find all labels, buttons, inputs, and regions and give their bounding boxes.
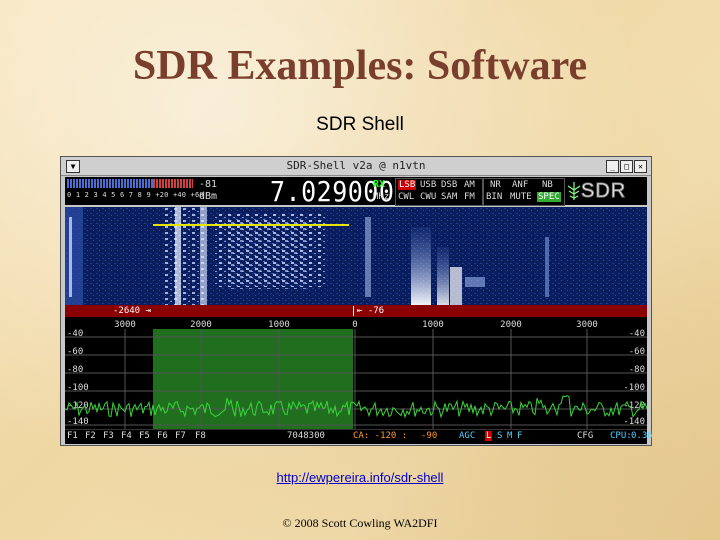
sdr-logo: SDR	[567, 180, 645, 203]
dsp-button-mute[interactable]: MUTE	[510, 192, 532, 202]
mode-button-lsb[interactable]: LSB	[398, 180, 417, 190]
waterfall-graphic	[65, 207, 647, 305]
mode-buttons: LSB USB DSB AM CWL CWU SAM FM	[395, 178, 483, 206]
db-tick-label-left: -40	[67, 329, 83, 339]
db-tick-label-left: -100	[67, 383, 89, 393]
function-key-f5[interactable]: F5	[139, 431, 150, 441]
mode-button-cwu[interactable]: CWU	[420, 192, 436, 202]
frequency-counter: 7048300	[287, 431, 325, 441]
minimize-icon[interactable]: _	[606, 160, 619, 173]
function-key-f1[interactable]: F1	[67, 431, 78, 441]
freq-tick-label: 3000	[114, 320, 136, 330]
logo-text: SDR	[580, 180, 627, 203]
waterfall-display[interactable]	[65, 207, 647, 305]
mode-button-am[interactable]: AM	[464, 180, 475, 190]
close-icon[interactable]: ✕	[634, 160, 647, 173]
db-tick-label-right: -80	[629, 365, 645, 375]
status-bar: 7048300 CA: -120 : -90 AGC CPU: 0.36 CFG…	[65, 429, 653, 444]
db-tick-label-left: -80	[67, 365, 83, 375]
s-meter: 0 1 2 3 4 5 6 7 8 9 +20 +40 +60	[67, 179, 204, 203]
agc-mode-l[interactable]: L	[485, 431, 493, 441]
dsp-button-spec[interactable]: SPEC	[537, 192, 561, 202]
db-tick-label-right: -140	[623, 417, 645, 427]
slide-subtitle: SDR Shell	[316, 114, 404, 135]
freq-tick-label: 3000	[576, 320, 598, 330]
freq-tick-label: 0	[352, 320, 357, 330]
source-link[interactable]: http://ewpereira.info/sdr-shell	[0, 470, 720, 485]
agc-mode-s[interactable]: S	[497, 431, 502, 441]
db-tick-label-right: -40	[629, 329, 645, 339]
db-tick-label-left: -140	[67, 417, 89, 427]
slide-footer: © 2008 Scott Cowling WA2DFI	[282, 516, 438, 530]
function-key-f3[interactable]: F3	[103, 431, 114, 441]
mode-button-cwl[interactable]: CWL	[398, 192, 414, 202]
function-key-f8[interactable]: F8	[195, 431, 206, 441]
dsp-buttons: NR ANF NB BIN MUTE SPEC	[483, 178, 565, 206]
signal-value: -81	[199, 179, 218, 190]
tuning-bar[interactable]: -2640 ⇥ ⇤ -76	[65, 305, 647, 317]
window-title: SDR-Shell v2a @ n1vtn	[286, 159, 426, 172]
window-titlebar[interactable]: ▼ SDR-Shell v2a @ n1vtn _ □ ✕	[61, 157, 651, 176]
db-tick-label-right: -100	[623, 383, 645, 393]
spectrum-display[interactable]: 3000 2000 1000 0 1000 2000 3000 -40 -40 -60 -60 -80…	[64, 317, 648, 429]
rx-indicator: RX	[373, 179, 386, 190]
dsp-button-bin[interactable]: BIN	[486, 192, 502, 202]
mode-button-usb[interactable]: USB	[420, 180, 436, 190]
dsp-button-nb[interactable]: NB	[542, 180, 553, 190]
tune-left-marker: -2640 ⇥	[113, 306, 151, 316]
ca-label: CA: -120 :	[353, 431, 408, 441]
spectrum-trace	[64, 395, 648, 419]
sdr-shell-window: ▼ SDR-Shell v2a @ n1vtn _ □ ✕ 0 1 2 3 4 …	[60, 156, 653, 446]
mode-button-sam[interactable]: SAM	[441, 192, 457, 202]
spectrum-graphic: 3000 2000 1000 0 1000 2000 3000 -40 -40 -60 -60 -80…	[64, 320, 648, 429]
ca-value: -90	[421, 431, 438, 441]
maximize-icon[interactable]: □	[620, 160, 633, 173]
agc-mode-m[interactable]: M	[507, 431, 512, 441]
s-meter-scale: 0 1 2 3 4 5 6 7 8 9 +20 +40 +60	[67, 191, 204, 199]
db-tick-label-right: -60	[629, 347, 645, 357]
mode-button-dsb[interactable]: DSB	[441, 180, 457, 190]
signal-readout: -81 dBm	[199, 179, 217, 203]
control-bar: 0 1 2 3 4 5 6 7 8 9 +20 +40 +60 -81 dBm …	[65, 176, 647, 207]
cpu-label: CPU:	[610, 431, 632, 441]
signal-unit: dBm	[199, 191, 218, 202]
antenna-icon	[567, 182, 581, 200]
tune-right-marker: ⇤ -76	[357, 306, 385, 316]
slide-title: SDR Examples: Software	[132, 43, 588, 89]
db-tick-label-left: -60	[67, 347, 83, 357]
cpu-value: 0.36	[631, 431, 653, 441]
freq-tick-label: 1000	[422, 320, 444, 330]
freq-tick-label: 2000	[500, 320, 522, 330]
dsp-button-anf[interactable]: ANF	[512, 180, 528, 190]
function-key-f7[interactable]: F7	[175, 431, 186, 441]
freq-tick-label: 1000	[268, 320, 290, 330]
agc-label: AGC	[459, 431, 476, 441]
s-meter-bars	[67, 179, 193, 188]
freq-tick-label: 2000	[190, 320, 212, 330]
function-key-f6[interactable]: F6	[157, 431, 168, 441]
agc-mode-f[interactable]: F	[517, 431, 522, 441]
mode-button-fm[interactable]: FM	[464, 192, 475, 202]
function-key-f2[interactable]: F2	[85, 431, 96, 441]
frequency-unit: MHz	[373, 192, 390, 202]
function-key-f4[interactable]: F4	[121, 431, 132, 441]
dsp-button-nr[interactable]: NR	[490, 180, 501, 190]
cfg-button[interactable]: CFG	[577, 431, 593, 441]
